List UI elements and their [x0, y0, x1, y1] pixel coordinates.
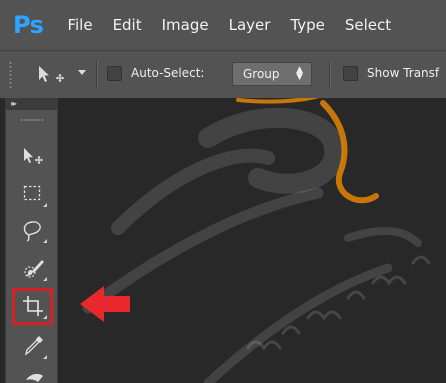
menu-type[interactable]: Type — [290, 16, 324, 34]
flyout-indicator — [43, 277, 47, 281]
options-separator — [96, 61, 98, 89]
document-canvas-area[interactable] — [58, 98, 446, 383]
dropdown-value: Group — [243, 67, 280, 81]
move-icon — [39, 66, 64, 82]
chevron-down-icon[interactable] — [78, 70, 86, 75]
watermark-logo — [82, 98, 431, 383]
flyout-indicator — [43, 239, 47, 243]
spot-healing-icon — [26, 373, 43, 382]
tool-rectangular-marquee[interactable] — [16, 178, 50, 210]
flyout-indicator — [43, 355, 47, 359]
options-separator — [329, 61, 331, 89]
options-bar-grip[interactable] — [9, 61, 12, 89]
collapse-icon[interactable]: ▸▸ — [11, 98, 17, 110]
tool-quick-selection[interactable] — [16, 252, 50, 284]
auto-select-label: Auto-Select: — [131, 66, 205, 80]
tools-panel-grip[interactable] — [20, 119, 44, 121]
flyout-indicator — [43, 203, 47, 207]
move-icon — [24, 148, 43, 164]
auto-select-target-dropdown[interactable]: Group ▲ ▼ — [232, 62, 312, 86]
photoshop-window: Ps File Edit Image Layer Type Select Aut… — [0, 0, 446, 383]
tool-preset-picker[interactable] — [34, 64, 74, 84]
menu-layer[interactable]: Layer — [229, 16, 271, 34]
tools-panel-header: ▸▸ — [6, 98, 57, 110]
auto-select-checkbox[interactable] — [107, 66, 122, 81]
tool-spot-healing[interactable] — [16, 366, 50, 383]
crop-tool-highlight — [12, 288, 53, 325]
menu-file[interactable]: File — [67, 16, 92, 34]
show-transform-controls-checkbox[interactable] — [343, 66, 358, 81]
red-arrow-icon — [80, 286, 130, 322]
tools-panel: ▸▸ — [5, 98, 58, 383]
ps-logo: Ps — [13, 11, 44, 39]
options-bar: Auto-Select: Group ▲ ▼ Show Transf — [0, 50, 446, 98]
menu-select[interactable]: Select — [345, 16, 391, 34]
dropdown-stepper-icon: ▲ ▼ — [296, 65, 303, 82]
show-transform-controls-label: Show Transf — [367, 66, 440, 80]
tool-move[interactable] — [16, 140, 50, 172]
tool-lasso[interactable] — [16, 214, 50, 246]
menu-edit[interactable]: Edit — [113, 16, 142, 34]
menu-bar: Ps File Edit Image Layer Type Select — [0, 0, 446, 50]
tool-eyedropper[interactable] — [16, 330, 50, 362]
menu-image[interactable]: Image — [162, 16, 209, 34]
